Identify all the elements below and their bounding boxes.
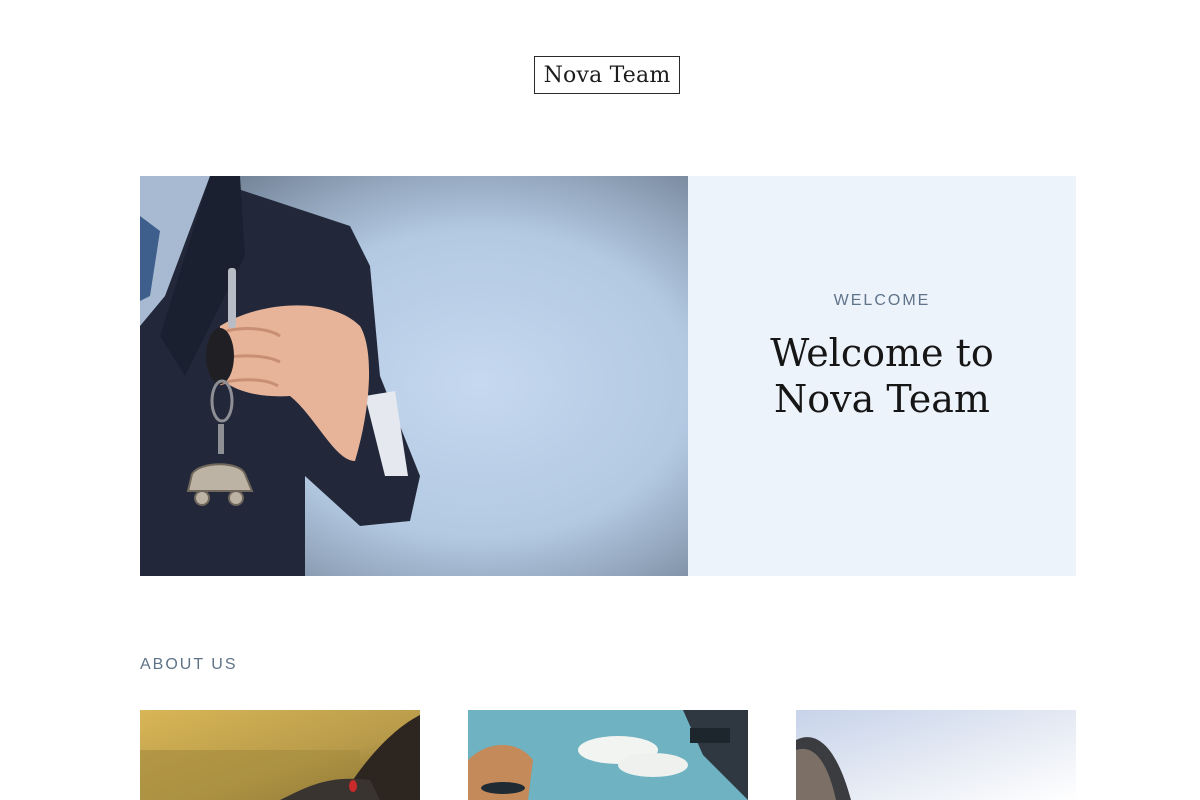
hero-image bbox=[140, 176, 688, 576]
about-section-label: ABOUT US bbox=[140, 656, 238, 673]
hero-title: Welcome to Nova Team bbox=[770, 331, 994, 421]
about-cards bbox=[140, 710, 1076, 800]
about-card-image[interactable] bbox=[140, 710, 420, 800]
hero-kicker: WELCOME bbox=[833, 292, 931, 309]
hero-text-panel: WELCOME Welcome to Nova Team bbox=[688, 176, 1076, 576]
about-card-image[interactable] bbox=[796, 710, 1076, 800]
about-card-image[interactable] bbox=[468, 710, 748, 800]
site-logo[interactable]: Nova Team bbox=[534, 56, 680, 94]
hero-section: WELCOME Welcome to Nova Team bbox=[140, 176, 1076, 576]
